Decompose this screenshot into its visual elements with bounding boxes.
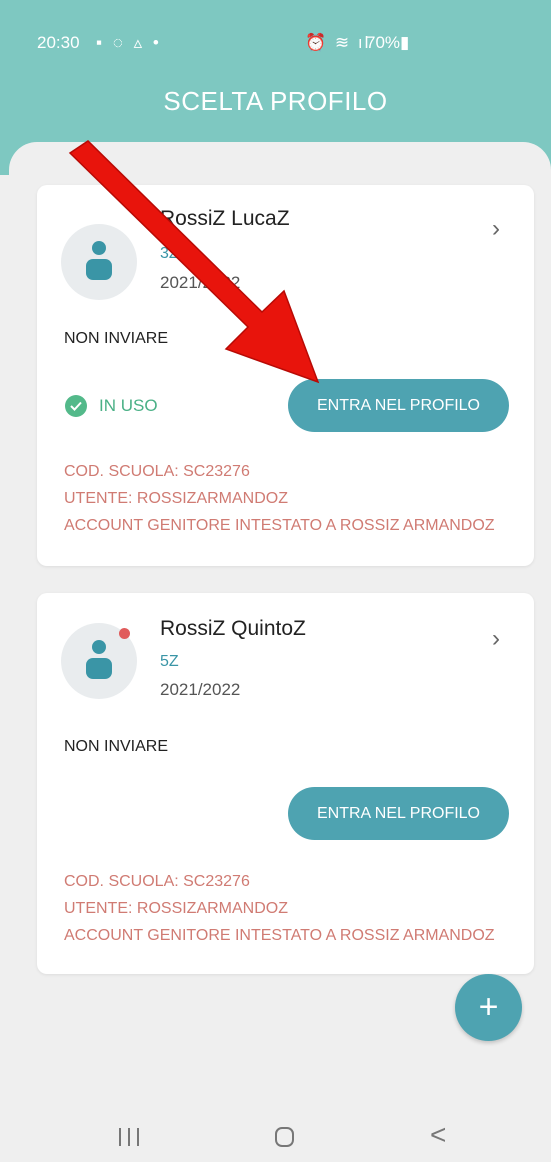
school-year: 2021/2022 [160, 273, 241, 292]
student-name: RossiZ QuintoZ [160, 617, 306, 640]
school-code: COD. SCUOLA: SC23276 [64, 873, 250, 890]
in-use-label: IN USO [99, 396, 158, 415]
account-owner: ACCOUNT GENITORE INTESTATO A ROSSIZ ARMA… [64, 927, 495, 944]
account-owner: ACCOUNT GENITORE INTESTATO A ROSSIZ ARMA… [64, 517, 495, 534]
account-info: COD. SCUOLA: SC23276 UTENTE: ROSSIZARMAN… [64, 458, 495, 539]
profile-note: NON INVIARE [64, 738, 169, 755]
student-name: RossiZ LucaZ [160, 207, 290, 230]
school-year: 2021/2022 [160, 680, 241, 699]
account-info: COD. SCUOLA: SC23276 UTENTE: ROSSIZARMAN… [64, 868, 495, 949]
status-icons: ⏰ ≋ ıl [305, 33, 371, 52]
chevron-right-icon[interactable]: › [492, 625, 500, 653]
home-icon[interactable] [275, 1127, 294, 1147]
check-icon [65, 395, 87, 417]
status-bar: 20:30 ▪ ◌ ▵ • ⏰ ≋ ıl 70%▮ [0, 0, 551, 60]
username: UTENTE: ROSSIZARMANDOZ [64, 900, 289, 917]
add-profile-button[interactable]: + [455, 974, 522, 1041]
user-icon [86, 241, 112, 280]
student-class: 3Z [160, 245, 179, 262]
recents-icon[interactable] [119, 1128, 141, 1146]
chevron-right-icon[interactable]: › [492, 215, 500, 243]
username: UTENTE: ROSSIZARMANDOZ [64, 490, 289, 507]
status-time: 20:30 [37, 33, 80, 52]
enter-profile-button[interactable]: ENTRA NEL PROFILO [288, 787, 509, 840]
back-icon[interactable]: < [430, 1119, 446, 1151]
battery-icon: 70%▮ [366, 33, 410, 52]
system-navigation-bar: < [0, 1110, 551, 1162]
page-title: SCELTA PROFILO [163, 86, 388, 116]
in-use-status: IN USO [65, 395, 158, 417]
enter-profile-button[interactable]: ENTRA NEL PROFILO [288, 379, 509, 432]
school-code: COD. SCUOLA: SC23276 [64, 463, 250, 480]
profile-card[interactable]: RossiZ LucaZ 3Z 2021/2022 › NON INVIARE … [37, 185, 534, 566]
student-class: 5Z [160, 653, 179, 670]
notification-icons: ▪ ◌ ▵ • [96, 33, 162, 52]
avatar [61, 224, 137, 300]
profile-card[interactable]: RossiZ QuintoZ 5Z 2021/2022 › NON INVIAR… [37, 593, 534, 974]
profile-note: NON INVIARE [64, 330, 169, 347]
notification-dot [119, 628, 130, 639]
user-icon [86, 640, 112, 679]
